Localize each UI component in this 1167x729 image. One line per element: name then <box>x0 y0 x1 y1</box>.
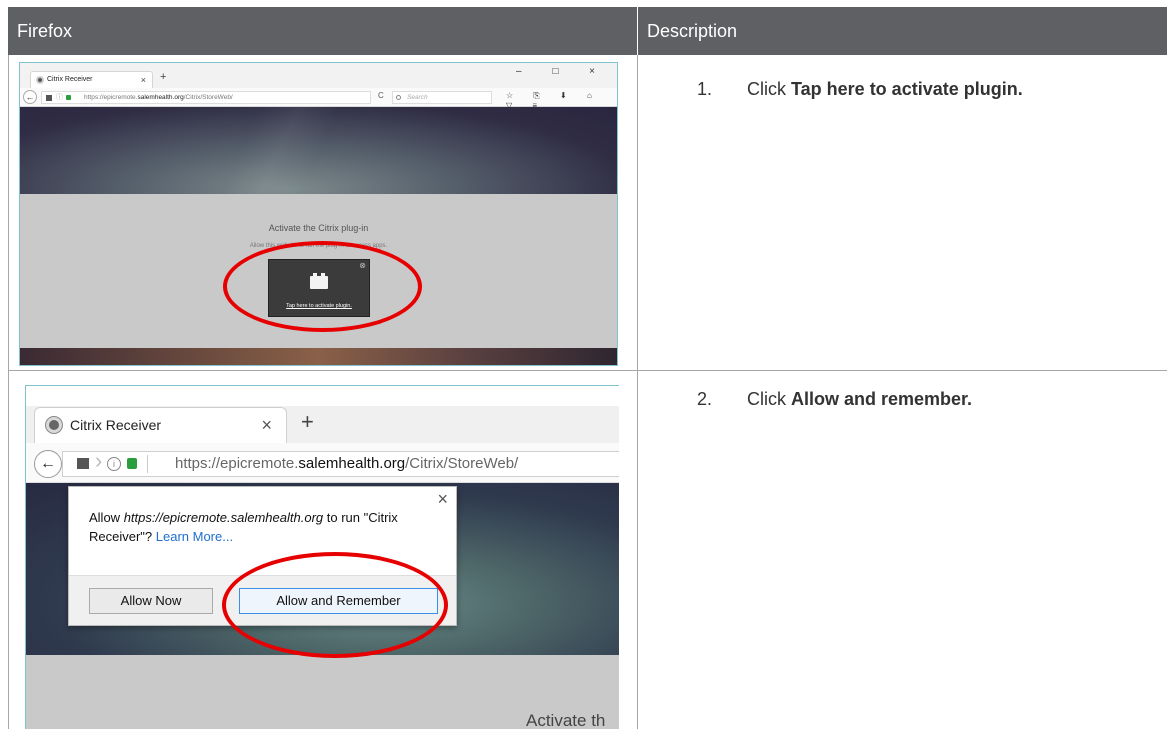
back-button[interactable]: ← <box>23 90 37 104</box>
lock-icon <box>127 458 137 469</box>
browser-tab[interactable]: Citrix Receiver × <box>34 407 287 443</box>
hero-background <box>20 107 617 194</box>
url-bar[interactable]: › i https://epicremote.salemhealth.org/C… <box>62 448 619 477</box>
message-allow: Allow <box>89 510 124 525</box>
url-domain: salemhealth.org <box>298 455 406 472</box>
new-tab-button[interactable]: + <box>301 409 314 435</box>
citrix-icon <box>46 417 62 433</box>
reload-icon[interactable]: C <box>378 91 384 100</box>
url-path: /Citrix/StoreWeb/ <box>405 455 519 472</box>
top-strip <box>26 386 619 406</box>
column-header-firefox: Firefox <box>17 21 73 41</box>
message-site: https://epicremote.salemhealth.org <box>123 510 324 525</box>
tab-title: Citrix Receiver <box>70 417 162 433</box>
search-input[interactable]: Search <box>392 91 492 104</box>
step-text: Click <box>747 389 791 409</box>
tab-title: Citrix Receiver <box>47 76 93 83</box>
activate-title-partial: Activate th <box>526 711 606 729</box>
info-icon[interactable]: ⓘ <box>56 92 63 103</box>
navigation-bar: ← ⓘ https://epicremote.salemhealth.org/C… <box>20 88 617 110</box>
step-text: Click <box>747 79 791 99</box>
permission-message: Allow https://epicremote.salemhealth.org… <box>89 508 434 546</box>
table-divider-vertical <box>637 55 638 729</box>
step-1-description: 1. Click Tap here to activate plugin. <box>697 79 1023 100</box>
navigation-bar: › i https://epicremote.salemhealth.org/C… <box>26 443 619 483</box>
url-prefix: https://epicremote. <box>84 94 138 101</box>
plugin-icon[interactable] <box>77 458 89 469</box>
url-domain: salemhealth.org <box>137 94 184 101</box>
table-border-left <box>8 55 9 729</box>
new-tab-button[interactable]: + <box>160 71 166 83</box>
url-separator <box>147 455 148 473</box>
step-action: Allow and remember. <box>791 389 973 409</box>
step-action: Tap here to activate plugin. <box>791 79 1023 99</box>
url-path: /Citrix/StoreWeb/ <box>183 94 233 101</box>
lock-icon <box>66 95 71 100</box>
close-tab-icon[interactable]: × <box>261 408 272 442</box>
learn-more-link[interactable]: Learn More... <box>156 529 233 544</box>
step-number: 2. <box>697 389 713 409</box>
footer-background <box>20 348 617 365</box>
url-prefix: https://epicremote. <box>175 455 299 472</box>
step-number: 1. <box>697 79 713 99</box>
allow-now-button[interactable]: Allow Now <box>89 588 213 614</box>
column-header-description: Description <box>637 7 1167 55</box>
close-popup-icon[interactable]: × <box>437 489 448 510</box>
search-placeholder: Search <box>407 94 428 101</box>
url-bar[interactable]: ⓘ https://epicremote.salemhealth.org/Cit… <box>41 91 371 104</box>
highlight-circle-plugin <box>223 241 422 332</box>
back-button[interactable]: ← <box>34 450 62 478</box>
browser-tab[interactable]: Citrix Receiver × <box>30 71 153 88</box>
chevron-right-icon: › <box>95 448 103 473</box>
search-icon <box>396 95 401 100</box>
close-tab-icon[interactable]: × <box>141 72 146 88</box>
activate-plugin-title: Activate the Citrix plug-in <box>268 223 369 233</box>
table-header: Firefox Description <box>8 7 1167 55</box>
info-icon[interactable]: i <box>107 457 121 471</box>
table-divider-row <box>8 370 1167 371</box>
step-2-description: 2. Click Allow and remember. <box>697 389 972 410</box>
highlight-circle-allow-remember <box>222 552 448 658</box>
plugin-icon[interactable] <box>46 95 52 101</box>
citrix-icon <box>36 76 44 84</box>
window-controls[interactable]: – □ × <box>516 66 609 77</box>
